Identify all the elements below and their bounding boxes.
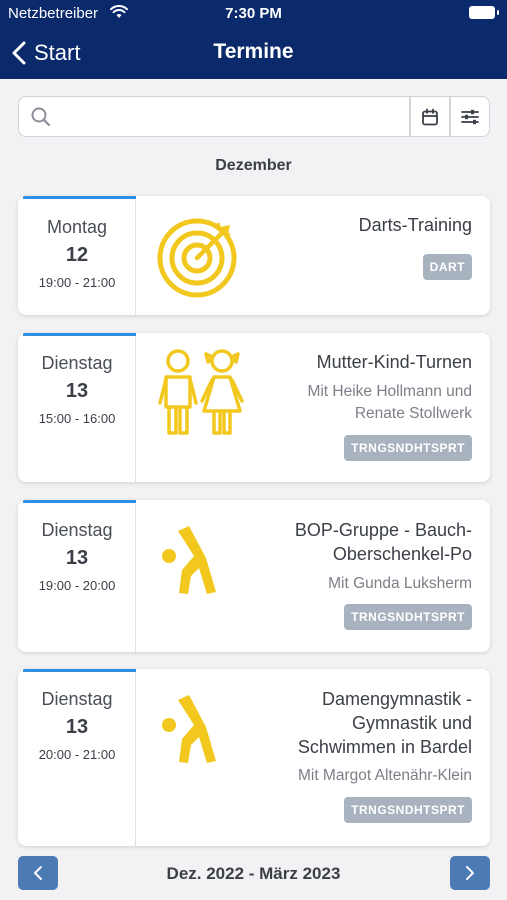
event-day: 13 [65,716,89,738]
filter-button[interactable] [450,96,490,137]
event-title-line: Darts-Training [358,215,472,235]
event-weekday: Montag [46,217,108,237]
period-label: Dez. 2022 - März 2023 [166,864,341,883]
battery-icon [469,6,499,19]
event-trainer-line: Mit Margot Altenähr-Klein [297,767,472,784]
event-card[interactable]: Dienstag 13 20:00 - 21:00 Damengymnastik… [18,669,490,846]
sliders-icon [461,109,479,124]
date-accent-bar [23,333,136,336]
event-time: 19:00 - 20:00 [38,578,116,593]
event-day: 13 [65,547,89,569]
event-title-line: Mutter-Kind-Turnen [316,352,472,372]
event-card[interactable]: Dienstag 13 19:00 - 20:00 BOP-Gruppe - B… [18,500,490,652]
event-weekday: Dienstag [41,520,113,540]
nav-header: Netzbetreiber 7:30 PM Start Termine [0,0,507,79]
event-trainer-line: Renate Stollwerk [354,405,472,422]
event-title-line: Gymnastik und [351,713,472,733]
chevron-right-icon [466,866,474,880]
search-input[interactable] [63,105,403,129]
exercise-icon [162,695,216,763]
month-heading: Dezember [215,157,292,174]
target-icon [157,218,237,298]
next-period-button[interactable] [450,856,490,890]
search-bar [18,96,410,137]
event-title: Darts-Training [359,213,472,237]
event-tag: TRNGSNDHTSPRT [344,604,472,630]
children-icon [158,349,244,435]
event-time: 15:00 - 16:00 [38,411,116,426]
event-date: Dienstag 13 19:00 - 20:00 [18,500,136,652]
event-title-line: Damengymnastik - [321,689,472,709]
event-title: Mutter-Kind-Turnen [317,350,472,374]
event-weekday: Dienstag [41,689,113,709]
event-time: 20:00 - 21:00 [38,747,116,762]
event-card[interactable]: Dienstag 13 15:00 - 16:00 Mutter-Kind-Tu… [18,333,490,482]
event-trainer: Mit Gunda Luksherm [328,573,472,595]
event-tag: TRNGSNDHTSPRT [344,797,472,823]
event-date: Dienstag 13 15:00 - 16:00 [18,333,136,482]
event-trainer: Mit Heike Hollmann und Renate Stollwerk [307,381,472,425]
event-trainer: Mit Margot Altenähr-Klein [298,765,472,787]
status-bar: Netzbetreiber 7:30 PM [0,0,507,28]
event-tag: DART [422,254,472,280]
event-date: Dienstag 13 20:00 - 21:00 [18,669,136,846]
event-tag: TRNGSNDHTSPRT [344,435,472,461]
date-accent-bar [23,669,136,672]
calendar-icon [422,108,438,125]
event-title: Damengymnastik - Gymnastik und Schwimmen… [298,687,472,759]
exercise-icon [162,526,216,594]
event-card[interactable]: Montag 12 19:00 - 21:00 Darts-Training D… [18,196,490,315]
event-title-line: Schwimmen in Bardel [297,737,472,757]
calendar-button[interactable] [410,96,450,137]
event-title: BOP-Gruppe - Bauch- Oberschenkel-Po [295,518,472,566]
date-accent-bar [23,500,136,503]
page-title: Termine [213,40,294,63]
event-day: 13 [65,380,89,402]
event-time: 19:00 - 21:00 [38,275,116,290]
event-date: Montag 12 19:00 - 21:00 [18,196,136,315]
event-title-line: BOP-Gruppe - Bauch- [294,520,472,540]
event-trainer-line: Mit Gunda Luksherm [328,575,472,592]
clock: 7:30 PM [225,5,282,22]
search-icon [31,107,51,127]
event-trainer-line: Mit Heike Hollmann und [307,383,472,400]
event-title-line: Oberschenkel-Po [332,544,472,564]
event-weekday: Dienstag [41,353,113,373]
date-accent-bar [23,196,136,199]
event-day: 12 [65,244,89,266]
